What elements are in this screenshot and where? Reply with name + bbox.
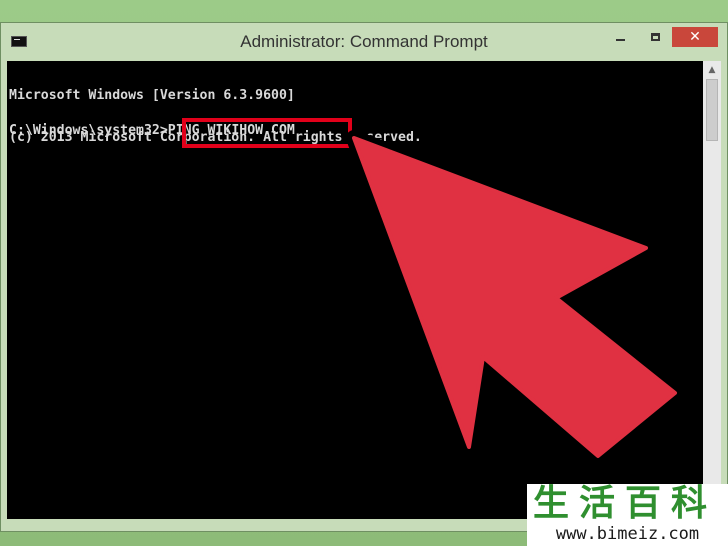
watermark-url: www.bimeiz.com [555,524,700,544]
pointer-arrow-icon [346,130,683,464]
watermark: 生活百科 www.bimeiz.com [527,484,728,546]
arrow-fill [352,136,677,458]
watermark-logo-text: 生活百科 [533,483,718,524]
